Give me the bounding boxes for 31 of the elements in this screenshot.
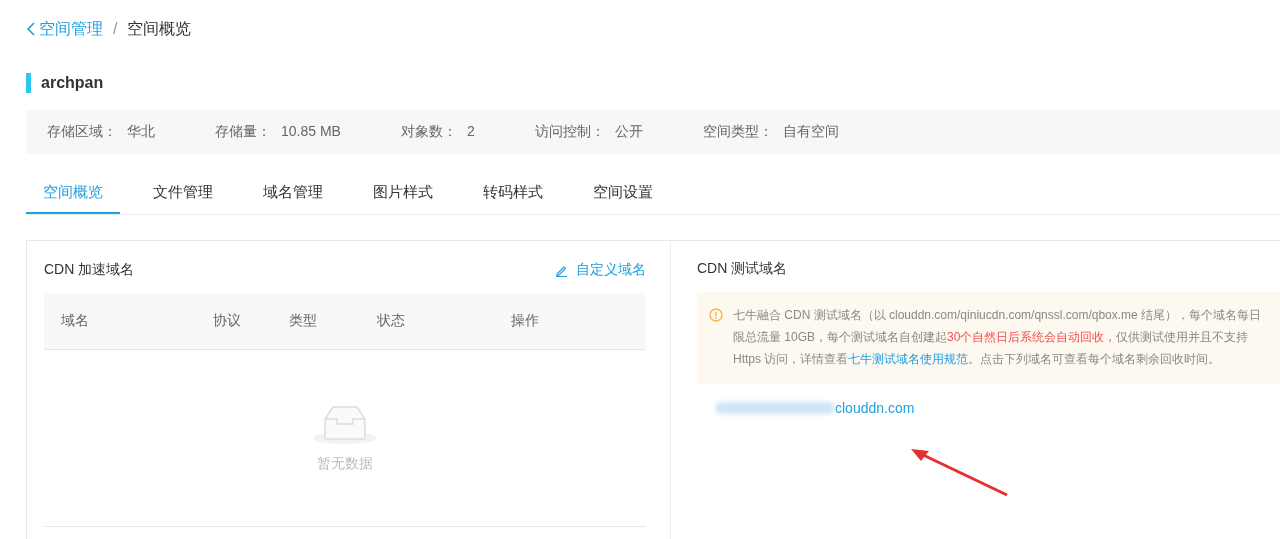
info-value: 2 [466, 123, 475, 141]
tab[interactable]: 域名管理 [246, 172, 340, 214]
breadcrumb-current: 空间概览 [127, 18, 192, 39]
breadcrumb-separator: / [113, 20, 118, 38]
column-header: 状态 [377, 312, 406, 330]
tab[interactable]: 转码样式 [466, 172, 560, 214]
column-header: 协议 [213, 312, 242, 330]
info-label: 访问控制： [534, 123, 605, 141]
column-header: 域名 [61, 312, 90, 330]
tab[interactable]: 文件管理 [136, 172, 230, 214]
empty-text: 暂无数据 [317, 455, 373, 473]
info-value: 10.85 MB [281, 123, 341, 141]
section-title: CDN 测试域名 [697, 260, 788, 276]
bucket-name: archpan [41, 74, 104, 92]
notice-text: 七牛融合 CDN 测试域名（以 clouddn.com/qiniucdn.com/qnssl.com/qbox.me 结尾），每个域名每日限总流量 10GB，每个测试域名自创建起30个自然日后系统会自动回收，仅供测试使用并且不支持 Https 访问，详情查看七牛测试域名使用规范。点击下列域名可查看每个域名剩余回收时间。 [733, 307, 1263, 368]
tab[interactable]: 图片样式 [356, 172, 450, 214]
info-label: 存储量： [215, 123, 271, 141]
info-value: 华北 [127, 123, 155, 141]
info-label: 存储区域： [47, 123, 117, 141]
warning-icon [709, 308, 723, 322]
info-value: 公开 [614, 123, 643, 141]
info-value: 自有空间 [782, 123, 839, 141]
chevron-left-icon [26, 22, 36, 36]
title-accent-bar [26, 73, 31, 93]
column-header: 操作 [511, 312, 540, 330]
tab[interactable]: 空间设置 [576, 172, 670, 214]
column-header: 类型 [289, 312, 318, 330]
section-title: CDN 加速域名 [44, 261, 135, 279]
info-label: 对象数： [400, 123, 457, 141]
empty-inbox-icon [313, 403, 377, 445]
info-label: 空间类型： [702, 123, 773, 141]
